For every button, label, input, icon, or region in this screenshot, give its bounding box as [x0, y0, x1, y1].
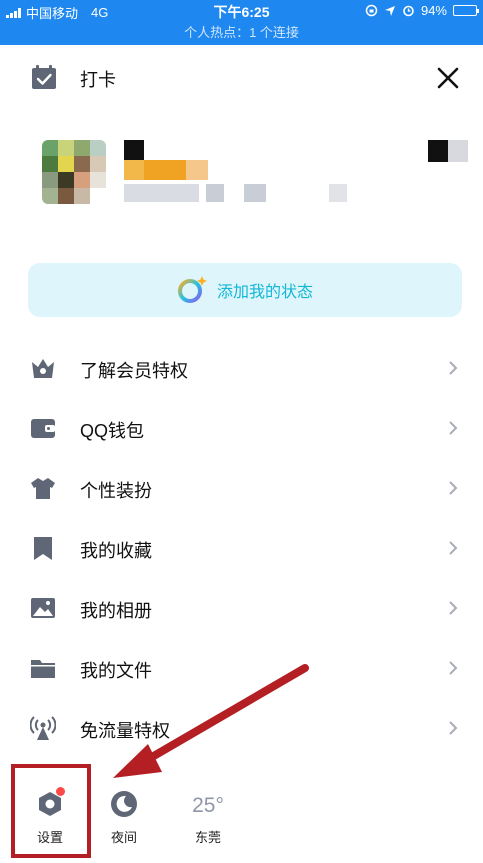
weather-city: 东莞: [194, 830, 221, 845]
chevron-right-icon: [449, 721, 458, 735]
status-row: 中国移动 4G 下午6:25 94%: [0, 0, 483, 22]
battery-icon: [453, 5, 479, 16]
rotation-lock-icon: [365, 4, 378, 17]
chevron-right-icon: [449, 661, 458, 675]
menu-label: 我的收藏: [80, 541, 152, 561]
menu-item-vip[interactable]: 了解会员特权: [0, 338, 483, 398]
menu-item-album[interactable]: 我的相册: [0, 578, 483, 638]
menu-item-wallet[interactable]: QQ钱包: [0, 398, 483, 458]
menu-label: 免流量特权: [80, 721, 170, 741]
annotation-highlight-box: [11, 764, 91, 858]
night-label: 夜间: [110, 830, 137, 845]
drawer-header: 打卡: [0, 58, 483, 98]
chevron-right-icon: [449, 481, 458, 495]
menu-label: QQ钱包: [80, 421, 145, 441]
menu-item-favorites[interactable]: 我的收藏: [0, 518, 483, 578]
moon-icon: [111, 791, 137, 817]
photo-icon: [31, 598, 55, 618]
chevron-right-icon: [449, 421, 458, 435]
add-status-button[interactable]: 添加我的状态: [28, 263, 462, 317]
signal-tower-icon: [30, 716, 56, 740]
signature-obscured: [124, 182, 364, 204]
shirt-icon: [31, 478, 55, 499]
location-icon: [384, 5, 395, 16]
menu-item-files[interactable]: 我的文件: [0, 638, 483, 698]
menu-label: 我的文件: [80, 661, 152, 681]
status-right: 94%: [365, 3, 479, 18]
chevron-right-icon: [449, 601, 458, 615]
bookmark-icon: [34, 537, 52, 560]
weather-widget[interactable]: 25° 东莞: [180, 786, 236, 848]
menu-label: 个性装扮: [80, 481, 152, 501]
battery-percent: 94%: [420, 3, 447, 18]
add-status-label: 添加我的状态: [216, 284, 313, 301]
wallet-icon: [31, 419, 55, 438]
status-bar: 中国移动 4G 下午6:25 94% 个人热点：1 个连接: [0, 0, 483, 45]
nickname-obscured: [124, 140, 244, 180]
weather-temperature: 25°: [192, 794, 224, 817]
chevron-right-icon: [449, 541, 458, 555]
hotspot-banner[interactable]: 个人热点：1 个连接: [0, 22, 483, 41]
close-icon[interactable]: [432, 62, 464, 94]
calendar-check-icon[interactable]: [31, 64, 57, 90]
qr-code-obscured[interactable]: [428, 140, 470, 162]
alarm-icon: [403, 5, 414, 17]
crown-icon: [32, 359, 54, 378]
chevron-right-icon: [449, 361, 458, 375]
checkin-label[interactable]: 打卡: [80, 66, 116, 92]
avatar[interactable]: [42, 140, 106, 204]
menu-label: 了解会员特权: [80, 361, 188, 381]
menu-label: 我的相册: [80, 601, 152, 621]
menu-item-free-data[interactable]: 免流量特权: [0, 698, 483, 758]
night-mode-button[interactable]: 夜间: [96, 786, 152, 848]
menu-item-theme[interactable]: 个性装扮: [0, 458, 483, 518]
status-ring-icon: [177, 276, 207, 303]
folder-icon: [31, 660, 55, 678]
